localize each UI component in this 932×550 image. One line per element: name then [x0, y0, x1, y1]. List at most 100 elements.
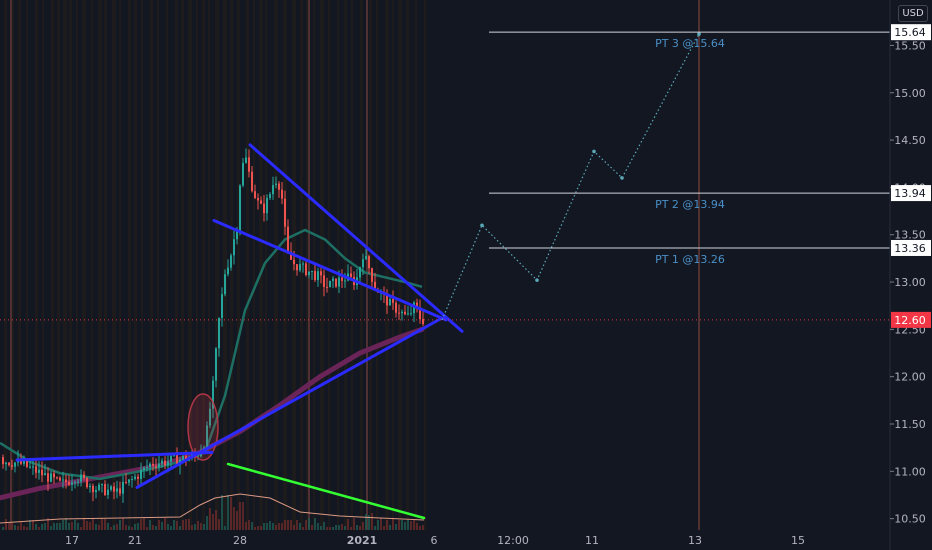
candle: [26, 459, 28, 469]
x-tick-label: 15: [791, 534, 805, 547]
candle-body: [389, 299, 391, 306]
session-shade: [104, 0, 107, 530]
x-tick-label: 6: [431, 534, 438, 547]
volume-bar: [401, 520, 403, 530]
candle-body: [68, 482, 70, 485]
candle-body: [32, 466, 34, 468]
candle-body: [341, 277, 343, 281]
currency-button[interactable]: USD: [898, 5, 928, 22]
volume-bar: [95, 524, 97, 530]
candle-body: [71, 482, 73, 485]
candle-body: [47, 473, 49, 482]
volume-bar: [20, 521, 22, 530]
volume-bar: [113, 525, 115, 530]
candle-body: [80, 474, 82, 482]
price-target-tag-label: 13.36: [894, 242, 926, 255]
volume-bar: [164, 518, 166, 530]
volume-bar: [341, 524, 343, 530]
volume-bar: [143, 518, 145, 530]
volume-bar: [332, 527, 334, 530]
candle-body: [332, 278, 334, 281]
projection-point: [620, 176, 624, 180]
session-shade: [119, 0, 121, 530]
price-chart[interactable]: PT 1 @13.26 PT 2 @13.94 PT 3 @15.64 10.50 1…: [0, 0, 932, 550]
session-shade: [69, 0, 72, 530]
session-shade: [337, 0, 339, 530]
candle-body: [224, 274, 226, 295]
candle-body: [134, 476, 136, 480]
volume-bar: [317, 523, 319, 530]
candle-body: [62, 479, 64, 481]
y-tick-label: 15.00: [894, 87, 926, 100]
volume-bar: [197, 521, 199, 530]
volume-bar: [17, 526, 19, 530]
volume-bar: [359, 526, 361, 530]
session-shade: [188, 0, 192, 530]
volume-bar: [422, 525, 424, 530]
candle-body: [107, 489, 109, 495]
candle-body: [89, 485, 91, 488]
session-shade: [223, 0, 227, 530]
volume-bar: [221, 495, 223, 530]
candle-body: [101, 484, 103, 486]
candle-body: [50, 473, 52, 482]
candle-body: [242, 162, 244, 186]
volume-bar: [35, 524, 37, 530]
volume-bar: [167, 524, 169, 530]
volume-bar: [98, 525, 100, 530]
candle-body: [281, 189, 283, 199]
candle-body: [146, 467, 148, 469]
price-target-tag-label: 15.64: [894, 26, 926, 39]
session-shade: [392, 0, 394, 530]
y-tick-label: 12.00: [894, 371, 926, 384]
candle-body: [119, 488, 121, 494]
volume-bar: [380, 518, 382, 530]
candle: [329, 280, 331, 288]
session-shade: [91, 0, 93, 530]
volume-bar: [116, 524, 118, 530]
candle-body: [44, 473, 46, 476]
session-shade: [181, 0, 184, 530]
volume-bar: [389, 525, 391, 530]
volume-bar: [92, 518, 94, 530]
volume-bar: [188, 519, 190, 530]
candle-body: [407, 313, 409, 315]
candle-body: [161, 460, 163, 464]
volume-bar: [266, 523, 268, 530]
candle-body: [137, 476, 139, 479]
volume-bar: [110, 527, 112, 530]
candle-body: [167, 461, 169, 466]
projection-point: [697, 32, 701, 36]
volume-bar: [194, 524, 196, 530]
candle-body: [131, 479, 133, 481]
volume-bar: [362, 522, 364, 530]
volume-bar: [74, 520, 76, 530]
volume-bar: [398, 520, 400, 530]
volume-bar: [53, 523, 55, 530]
projection-point: [535, 278, 539, 282]
volume-bar: [407, 520, 409, 530]
volume-bar: [68, 523, 70, 530]
volume-bar: [404, 522, 406, 530]
volume-bar: [65, 518, 67, 530]
x-tick-label: 11: [585, 534, 599, 547]
volume-bar: [137, 523, 139, 530]
candle-body: [116, 488, 118, 492]
volume-bar: [140, 519, 142, 530]
session-shade: [415, 0, 417, 530]
candle-body: [359, 267, 361, 278]
session-shade: [63, 0, 67, 530]
candle-body: [257, 198, 259, 201]
candle-body: [344, 280, 346, 282]
candle-body: [272, 185, 274, 195]
candle: [305, 261, 307, 277]
x-tick-label: 13: [688, 534, 702, 547]
session-shade: [406, 0, 409, 530]
volume-bar: [278, 523, 280, 530]
candle-body: [251, 171, 253, 192]
volume-bar: [200, 523, 202, 530]
volume-bar: [38, 527, 40, 530]
volume-bar: [248, 520, 250, 530]
volume-bar: [218, 519, 220, 530]
volume-bar: [323, 522, 325, 530]
